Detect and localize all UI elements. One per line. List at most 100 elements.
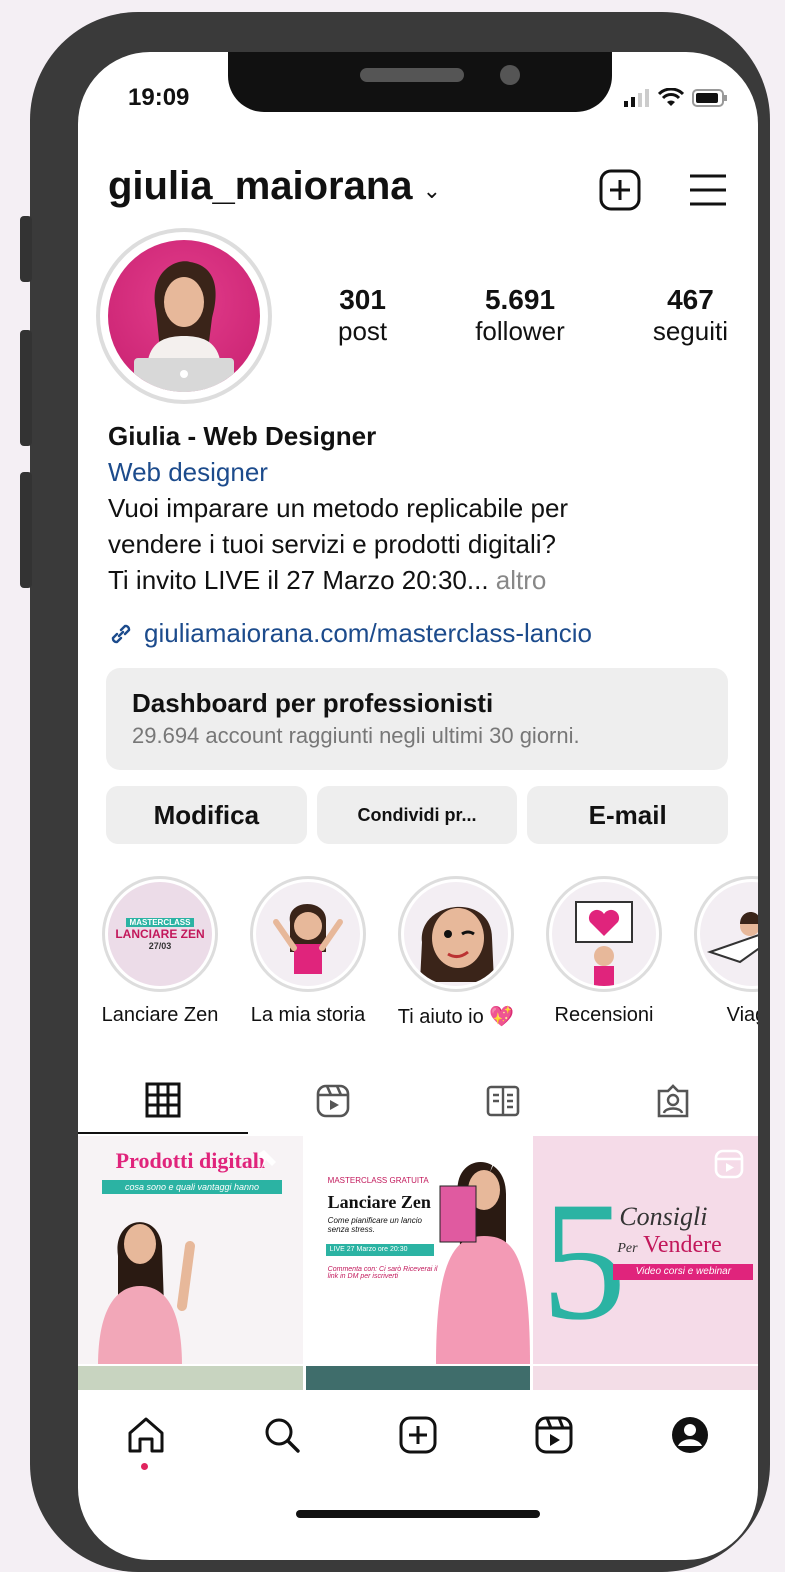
bio-name: Giulia - Web Designer bbox=[108, 421, 377, 451]
stat-label: seguiti bbox=[652, 316, 728, 346]
profile-actions: Modifica Condividi pr... E-mail bbox=[106, 786, 729, 844]
highlight-cover bbox=[552, 882, 656, 986]
stat-following[interactable]: 467 seguiti bbox=[653, 284, 728, 347]
heart-sign-icon bbox=[575, 901, 633, 986]
battery-icon bbox=[692, 89, 727, 107]
post-thumbnail[interactable]: Prodotti digitali cosa sono e quali vant… bbox=[78, 1136, 303, 1364]
more-link[interactable]: altro bbox=[489, 565, 547, 595]
status-icons bbox=[624, 88, 728, 108]
post-footer: Commenta con: Ci sarò Riceverai il link … bbox=[327, 1266, 438, 1280]
reels-icon bbox=[316, 1084, 350, 1118]
stat-posts[interactable]: 301 post bbox=[338, 284, 387, 347]
post-thumbnail[interactable] bbox=[533, 1366, 758, 1390]
bio-line: Vuoi imparare un metodo replicabile per bbox=[108, 493, 569, 523]
guide-icon bbox=[486, 1085, 520, 1117]
highlight-item[interactable]: La mia storia bbox=[238, 876, 378, 1027]
reel-badge-icon bbox=[715, 1149, 744, 1179]
highlight-cover bbox=[700, 882, 758, 986]
tab-reels[interactable] bbox=[248, 1068, 418, 1134]
pin-icon bbox=[258, 1150, 276, 1172]
profile-avatar[interactable] bbox=[96, 228, 272, 404]
profile-username[interactable]: giulia_maiorana ⌄ bbox=[108, 164, 441, 209]
highlight-item[interactable]: MASTERCLASS LANCIARE ZEN 27/03 Lanciare … bbox=[90, 876, 230, 1027]
highlight-label: La mia storia bbox=[250, 1004, 366, 1026]
stat-followers[interactable]: 5.691 follower bbox=[475, 284, 565, 347]
post-title: Lanciare Zen bbox=[327, 1192, 431, 1212]
edit-profile-button[interactable]: Modifica bbox=[106, 786, 307, 844]
post-title-2: Vendere bbox=[643, 1232, 722, 1258]
highlight-ring bbox=[546, 876, 662, 992]
stat-value: 467 bbox=[667, 284, 714, 315]
post-thumbnail[interactable]: MASTERCLASS GRATUITA Lanciare Zen Come p… bbox=[305, 1136, 531, 1364]
link-icon bbox=[111, 624, 131, 643]
highlight-label: Viagg bbox=[726, 1004, 758, 1026]
highlight-cover bbox=[256, 882, 360, 986]
new-post-icon[interactable] bbox=[598, 168, 642, 212]
chevron-down-icon: ⌄ bbox=[422, 177, 441, 203]
reels-icon[interactable] bbox=[534, 1415, 574, 1455]
highlight-item[interactable]: Ti aiuto io 💖 bbox=[386, 876, 526, 1029]
profile-link[interactable]: giuliamaiorana.com/masterclass-lancio bbox=[108, 618, 592, 649]
highlight-cover: MASTERCLASS LANCIARE ZEN 27/03 bbox=[108, 882, 212, 986]
tab-guides[interactable] bbox=[418, 1068, 588, 1134]
speaker bbox=[360, 68, 464, 82]
pin-icon bbox=[487, 1150, 506, 1172]
post-thumbnail[interactable] bbox=[305, 1366, 531, 1390]
tagged-icon bbox=[657, 1084, 689, 1118]
highlight-label: Recensioni bbox=[554, 1004, 654, 1026]
professional-dashboard[interactable]: Dashboard per professionisti 29.694 acco… bbox=[106, 668, 728, 770]
post-thumbnail[interactable]: 5 Consigli Per Vendere Video corsi e web… bbox=[533, 1136, 758, 1364]
profile-tabs bbox=[78, 1068, 758, 1134]
post-title-per: Per bbox=[617, 1241, 638, 1256]
link-text: giuliamaiorana.com/masterclass-lancio bbox=[144, 618, 592, 648]
paper-plane-icon bbox=[706, 912, 758, 964]
post-subtitle: cosa sono e quali vantaggi hanno bbox=[102, 1180, 282, 1194]
search-icon[interactable] bbox=[262, 1415, 302, 1455]
grid-icon bbox=[145, 1082, 181, 1118]
highlight-ring: MASTERCLASS LANCIARE ZEN 27/03 bbox=[102, 876, 218, 992]
email-button[interactable]: E-mail bbox=[527, 786, 729, 844]
highlight-ring bbox=[250, 876, 366, 992]
post-thumbnail[interactable] bbox=[78, 1366, 303, 1390]
create-icon[interactable] bbox=[398, 1415, 438, 1455]
highlight-item[interactable]: Recensioni bbox=[534, 876, 674, 1027]
person-illustration bbox=[435, 1161, 530, 1364]
highlight-cover-kicker: MASTERCLASS bbox=[125, 917, 195, 927]
dashboard-subtitle: 29.694 account raggiunti negli ultimi 30… bbox=[132, 723, 580, 748]
highlight-ring bbox=[398, 876, 514, 992]
highlight-item[interactable]: Viagg bbox=[682, 876, 758, 1027]
phone-volume-up-button bbox=[20, 330, 32, 446]
profile-bio: Giulia - Web Designer Web designer Vuoi … bbox=[108, 418, 738, 598]
highlight-cover-title: LANCIARE ZEN bbox=[115, 926, 205, 941]
highlight-ring bbox=[694, 876, 758, 992]
phone-mute-button bbox=[20, 216, 32, 282]
highlight-cover-date: 27/03 bbox=[148, 940, 172, 951]
home-icon[interactable] bbox=[126, 1415, 166, 1455]
person-illustration bbox=[98, 1222, 195, 1364]
bottom-navigation bbox=[78, 1390, 758, 1480]
stat-value: 301 bbox=[339, 284, 386, 315]
camera bbox=[500, 65, 520, 85]
person-illustration bbox=[134, 261, 234, 392]
dashboard-title: Dashboard per professionisti bbox=[132, 688, 494, 718]
notch bbox=[228, 52, 612, 112]
signal-icon bbox=[624, 89, 649, 107]
tab-grid[interactable] bbox=[78, 1068, 248, 1134]
story-highlights: MASTERCLASS LANCIARE ZEN 27/03 Lanciare … bbox=[78, 876, 758, 1029]
status-time: 19:09 bbox=[128, 84, 190, 111]
post-number: 5 bbox=[541, 1167, 627, 1355]
stat-value: 5.691 bbox=[484, 284, 556, 315]
stat-label: follower bbox=[475, 316, 565, 346]
share-profile-button[interactable]: Condividi pr... bbox=[316, 786, 518, 844]
highlight-label: Lanciare Zen bbox=[101, 1004, 219, 1026]
username-text: giulia_maiorana bbox=[108, 164, 413, 208]
tab-tagged[interactable] bbox=[588, 1068, 758, 1134]
notification-dot bbox=[141, 1463, 148, 1470]
post-kicker: MASTERCLASS GRATUITA bbox=[327, 1176, 429, 1185]
post-title: Consigli bbox=[619, 1202, 708, 1231]
menu-icon[interactable] bbox=[688, 172, 728, 208]
bio-line: vendere i tuoi servizi e prodotti digita… bbox=[108, 529, 557, 559]
stat-label: post bbox=[338, 316, 388, 346]
profile-icon[interactable] bbox=[670, 1415, 710, 1455]
bio-category[interactable]: Web designer bbox=[108, 454, 738, 490]
